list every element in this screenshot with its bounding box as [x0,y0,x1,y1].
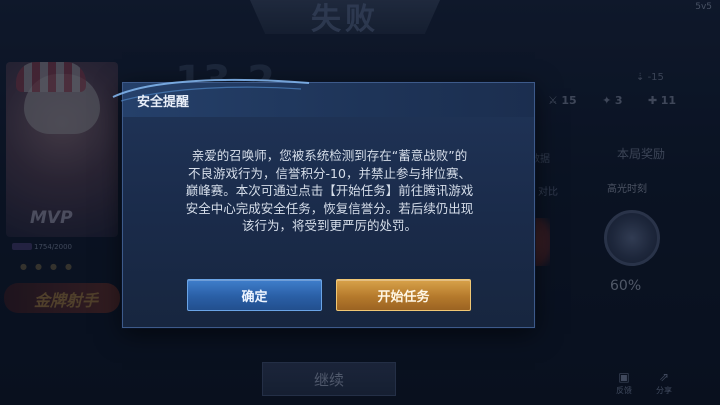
start-task-button[interactable]: 开始任务 [336,279,471,311]
confirm-button[interactable]: 确定 [187,279,322,311]
dialog-title: 安全提醒 [137,95,190,110]
message-line: 不良游戏行为，信誉积分-10，并禁止参与排位赛、 [188,165,471,181]
message-line: 亲爱的召唤师，您被系统检测到存在“蓄意战败”的 [191,148,468,163]
message-line: 该行为，将受到更严厉的处罚。 [241,218,417,233]
dialog-header: 安全提醒 [112,78,534,117]
message-line: 安全中心完成安全任务，恢复信誉分。若后续仍出现 [185,200,474,216]
security-warning-dialog: 安全提醒 亲爱的召唤师，您被系统检测到存在“蓄意战败”的 不良游戏行为，信誉积分… [112,78,535,328]
dialog-message: 亲爱的召唤师，您被系统检测到存在“蓄意战败”的 不良游戏行为，信誉积分-10，并… [141,147,518,235]
message-line: 巅峰赛。本次可通过点击【开始任务】前往腾讯游戏 [185,183,474,198]
